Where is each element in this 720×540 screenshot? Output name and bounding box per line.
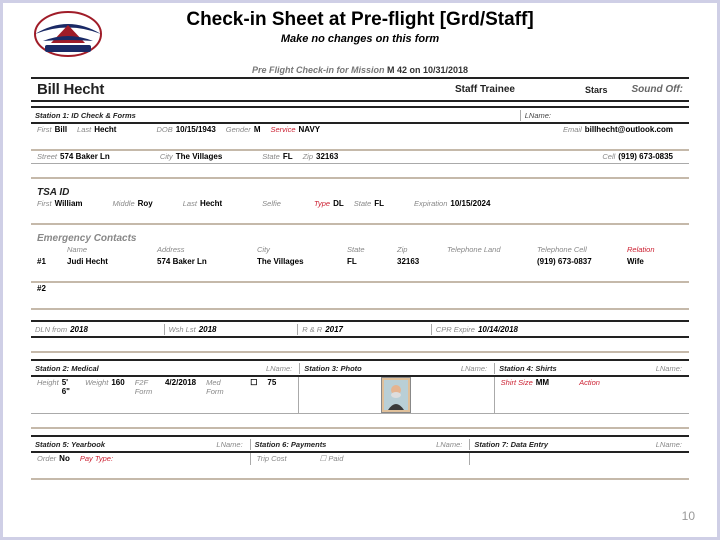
page-subtitle: Make no changes on this form [3,33,717,45]
tsa-title: TSA ID [37,187,689,198]
med-photo-shirt-row: Height5' 6" Weight160 F2F Form4/2/2018 M… [31,377,689,414]
person-name: Bill Hecht [37,81,104,98]
station-row-234: Station 2: MedicalLName: Station 3: Phot… [31,359,689,377]
station-row-567: Station 5: YearbookLName: Station 6: Pay… [31,435,689,453]
id-row: FirstBill LastHecht DOB10/15/1943 Gender… [31,124,689,136]
photo-thumbnail [381,377,411,413]
order-pay-row: OrderNo Pay Type: Trip Cost ☐ Paid [31,453,689,465]
slide-container: Check-in Sheet at Pre-flight [Grd/Staff]… [0,0,720,540]
emergency-title: Emergency Contacts [37,233,689,244]
stars-label: Stars [585,85,608,95]
emergency-cols: Name Address City State Zip Telephone La… [31,244,689,256]
form-image: Pre Flight Check-in for Mission M 42 on … [31,65,689,487]
tsa-row: FirstWilliam MiddleRoy LastHecht Selfie … [31,198,689,210]
soundoff-label: Sound Off: [632,84,683,95]
emergency-row2: #2 [31,283,689,295]
station1-header: Station 1: ID Check & Forms LName: [31,106,689,124]
preflight-title: Pre Flight Check-in for Mission M 42 on … [31,65,689,75]
person-role: Staff Trainee [455,84,515,95]
address-row: Street574 Baker Ln CityThe Villages Stat… [31,151,689,164]
emergency-row1: #1 Judi Hecht 574 Baker Ln The Villages … [31,256,689,268]
page-number: 10 [682,509,695,523]
header: Check-in Sheet at Pre-flight [Grd/Staff]… [3,3,717,65]
docs-row: DLN from2018 Wsh Lst2018 R & R2017 CPR E… [31,320,689,338]
page-title: Check-in Sheet at Pre-flight [Grd/Staff] [3,9,717,31]
person-header-row: Bill Hecht Staff Trainee Stars Sound Off… [31,77,689,102]
